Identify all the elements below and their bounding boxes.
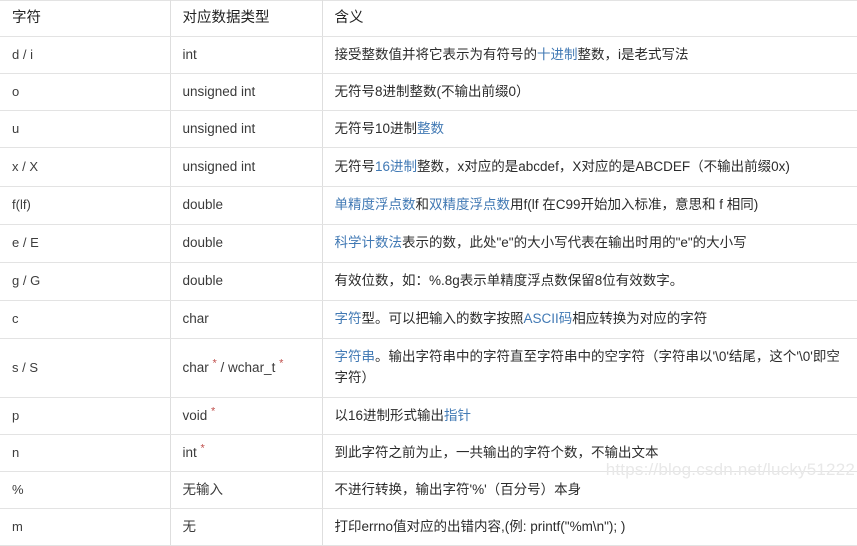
format-specifier-table: 字符 对应数据类型 含义 d / iint接受整数值并将它表示为有符号的十进制整… bbox=[0, 0, 857, 546]
cell-meaning: 字符型。可以把输入的数字按照ASCII码相应转换为对应的字符 bbox=[322, 301, 857, 339]
cell-meaning: 无符号10进制整数 bbox=[322, 111, 857, 148]
cell-datatype: char * / wchar_t * bbox=[170, 339, 322, 398]
cell-character: % bbox=[0, 472, 170, 509]
cell-character: p bbox=[0, 398, 170, 435]
meaning-text: 无符号10进制 bbox=[335, 121, 418, 136]
table-row: cchar字符型。可以把输入的数字按照ASCII码相应转换为对应的字符 bbox=[0, 301, 857, 339]
meaning-link[interactable]: 整数 bbox=[417, 121, 444, 136]
meaning-text: 。输出字符串中的字符直至字符串中的空字符（字符串以'\0'结尾，这个'\0'即空… bbox=[335, 349, 840, 385]
table-row: uunsigned int无符号10进制整数 bbox=[0, 111, 857, 148]
meaning-link[interactable]: 字符 bbox=[335, 311, 362, 326]
meaning-text: 整数，i是老式写法 bbox=[578, 47, 689, 62]
cell-character: e / E bbox=[0, 225, 170, 263]
table-header: 字符 对应数据类型 含义 bbox=[0, 1, 857, 37]
table-header-row: 字符 对应数据类型 含义 bbox=[0, 1, 857, 37]
cell-meaning: 接受整数值并将它表示为有符号的十进制整数，i是老式写法 bbox=[322, 37, 857, 74]
cell-character: s / S bbox=[0, 339, 170, 398]
table-row: f(lf)double单精度浮点数和双精度浮点数用f(lf 在C99开始加入标准… bbox=[0, 187, 857, 225]
cell-datatype: char bbox=[170, 301, 322, 339]
cell-character: g / G bbox=[0, 263, 170, 301]
cell-meaning: 科学计数法表示的数，此处"e"的大小写代表在输出时用的"e"的大小写 bbox=[322, 225, 857, 263]
meaning-text: 型。可以把输入的数字按照 bbox=[362, 311, 524, 326]
meaning-link[interactable]: 十进制 bbox=[537, 47, 578, 62]
column-header-datatype: 对应数据类型 bbox=[170, 1, 322, 37]
meaning-text: 表示的数，此处"e"的大小写代表在输出时用的"e"的大小写 bbox=[402, 235, 747, 250]
meaning-text: 接受整数值并将它表示为有符号的 bbox=[335, 47, 538, 62]
meaning-text: 无符号8进制整数(不输出前缀0） bbox=[335, 84, 530, 99]
meaning-text: 以16进制形式输出 bbox=[335, 408, 445, 423]
cell-meaning: 到此字符之前为止，一共输出的字符个数，不输出文本 bbox=[322, 435, 857, 472]
cell-meaning: 打印errno值对应的出错内容,(例: printf("%m\n"); ) bbox=[322, 509, 857, 546]
cell-character: m bbox=[0, 509, 170, 546]
meaning-text: 和 bbox=[416, 197, 430, 212]
table-row: m无打印errno值对应的出错内容,(例: printf("%m\n"); ) bbox=[0, 509, 857, 546]
pointer-asterisk: * bbox=[213, 357, 217, 369]
cell-meaning: 单精度浮点数和双精度浮点数用f(lf 在C99开始加入标准，意思和 f 相同) bbox=[322, 187, 857, 225]
cell-meaning: 以16进制形式输出指针 bbox=[322, 398, 857, 435]
pointer-asterisk: * bbox=[279, 357, 283, 369]
table-row: g / Gdouble 有效位数，如：%.8g表示单精度浮点数保留8位有效数字。 bbox=[0, 263, 857, 301]
cell-character: c bbox=[0, 301, 170, 339]
cell-character: x / X bbox=[0, 148, 170, 187]
meaning-text: 相应转换为对应的字符 bbox=[572, 311, 707, 326]
table-row: s / Schar * / wchar_t *字符串。输出字符串中的字符直至字符… bbox=[0, 339, 857, 398]
table-row: d / iint接受整数值并将它表示为有符号的十进制整数，i是老式写法 bbox=[0, 37, 857, 74]
meaning-text: 整数，x对应的是abcdef，X对应的是ABCDEF（不输出前缀0x) bbox=[417, 159, 790, 174]
meaning-text: 打印errno值对应的出错内容,(例: printf("%m\n"); ) bbox=[335, 519, 626, 534]
column-header-meaning: 含义 bbox=[322, 1, 857, 37]
cell-meaning: 字符串。输出字符串中的字符直至字符串中的空字符（字符串以'\0'结尾，这个'\0… bbox=[322, 339, 857, 398]
cell-datatype: unsigned int bbox=[170, 148, 322, 187]
cell-character: o bbox=[0, 74, 170, 111]
cell-character: n bbox=[0, 435, 170, 472]
meaning-link[interactable]: 单精度浮点数 bbox=[335, 197, 416, 212]
meaning-link[interactable]: 16进制 bbox=[375, 159, 417, 174]
cell-datatype: double bbox=[170, 187, 322, 225]
meaning-link[interactable]: 科学计数法 bbox=[335, 235, 403, 250]
column-header-character: 字符 bbox=[0, 1, 170, 37]
pointer-asterisk: * bbox=[211, 405, 215, 417]
meaning-link[interactable]: 指针 bbox=[444, 408, 471, 423]
cell-datatype: void * bbox=[170, 398, 322, 435]
meaning-link[interactable]: ASCII码 bbox=[524, 311, 573, 326]
meaning-text: 到此字符之前为止，一共输出的字符个数，不输出文本 bbox=[335, 445, 659, 460]
meaning-text: 有效位数，如：%.8g表示单精度浮点数保留8位有效数字。 bbox=[335, 273, 684, 288]
table-row: %无输入不进行转换，输出字符'%'（百分号）本身 bbox=[0, 472, 857, 509]
cell-datatype: double bbox=[170, 225, 322, 263]
cell-meaning: 有效位数，如：%.8g表示单精度浮点数保留8位有效数字。 bbox=[322, 263, 857, 301]
table-body: d / iint接受整数值并将它表示为有符号的十进制整数，i是老式写法ounsi… bbox=[0, 37, 857, 546]
cell-meaning: 无符号16进制整数，x对应的是abcdef，X对应的是ABCDEF（不输出前缀0… bbox=[322, 148, 857, 187]
cell-datatype: unsigned int bbox=[170, 74, 322, 111]
cell-datatype: 无 bbox=[170, 509, 322, 546]
table-row: ounsigned int 无符号8进制整数(不输出前缀0） bbox=[0, 74, 857, 111]
meaning-link[interactable]: 双精度浮点数 bbox=[429, 197, 510, 212]
cell-datatype: int * bbox=[170, 435, 322, 472]
cell-character: u bbox=[0, 111, 170, 148]
meaning-text: 不进行转换，输出字符'%'（百分号）本身 bbox=[335, 482, 582, 497]
cell-character: f(lf) bbox=[0, 187, 170, 225]
table-row: pvoid *以16进制形式输出指针 bbox=[0, 398, 857, 435]
cell-datatype: double bbox=[170, 263, 322, 301]
cell-datatype: unsigned int bbox=[170, 111, 322, 148]
cell-datatype: 无输入 bbox=[170, 472, 322, 509]
cell-character: d / i bbox=[0, 37, 170, 74]
table-row: e / Edouble科学计数法表示的数，此处"e"的大小写代表在输出时用的"e… bbox=[0, 225, 857, 263]
table-row: x / Xunsigned int无符号16进制整数，x对应的是abcdef，X… bbox=[0, 148, 857, 187]
cell-meaning: 无符号8进制整数(不输出前缀0） bbox=[322, 74, 857, 111]
cell-meaning: 不进行转换，输出字符'%'（百分号）本身 bbox=[322, 472, 857, 509]
pointer-asterisk: * bbox=[201, 442, 205, 454]
table-row: nint * 到此字符之前为止，一共输出的字符个数，不输出文本 bbox=[0, 435, 857, 472]
cell-datatype: int bbox=[170, 37, 322, 74]
meaning-link[interactable]: 字符串 bbox=[335, 349, 376, 364]
meaning-text: 无符号 bbox=[335, 159, 376, 174]
meaning-text: 用f(lf 在C99开始加入标准，意思和 f 相同) bbox=[510, 197, 758, 212]
